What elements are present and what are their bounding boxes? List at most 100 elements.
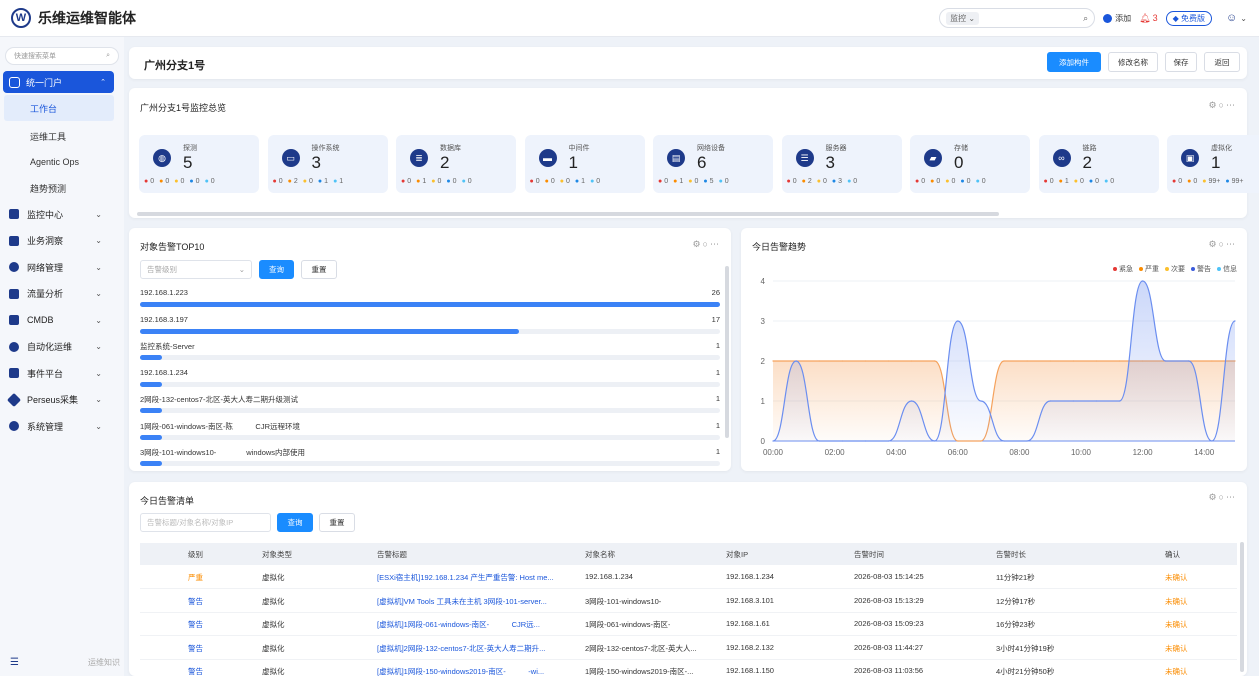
top10-row[interactable]: 192.168.1.234 1: [140, 367, 720, 387]
cell-ack[interactable]: 未确认: [1165, 666, 1188, 676]
topbar-actions: 监控 ⌄ ⌕ 添加 🔔︎ 3 ◆ 免费版 ☺︎ ⌄: [939, 8, 1247, 28]
sidebar-item-cmdb[interactable]: CMDB ⌄: [0, 307, 124, 334]
x-tick-label: 04:00: [886, 448, 907, 457]
sidebar-sub-workbench[interactable]: 工作台: [4, 95, 114, 121]
table-row[interactable]: 警告 虚拟化 [虚拟机]1网段-150-windows2019-南区- -wi...…: [140, 659, 1237, 676]
metric-card-2[interactable]: ▭ 操作系统 3 ● 0 ● 2 ● 0 ● 1 ● 1: [267, 135, 388, 193]
cell-ack[interactable]: 未确认: [1165, 572, 1188, 583]
status-count: ● 0: [189, 178, 199, 185]
cell-title[interactable]: [虚拟机]2网段-132-centos7-北区-英大人寿二期升...: [377, 643, 545, 654]
cell-title[interactable]: [ESXi宿主机]192.168.1.234 产生严重告警: Host me..…: [377, 572, 554, 583]
collapse-menu-icon[interactable]: ☰: [10, 657, 19, 668]
cell-dur: 3小时41分钟19秒: [996, 643, 1055, 653]
table-row[interactable]: 警告 虚拟化 [虚拟机]1网段-061-windows-南区- CJR远... 1网段…: [140, 612, 1237, 637]
top10-row[interactable]: 3网段-101-windows10- windows内部使用 1: [140, 447, 720, 466]
card-tools[interactable]: ⚙○⋯: [692, 239, 721, 250]
top10-query-button[interactable]: 查询: [259, 260, 294, 279]
status-count-value: 2: [293, 178, 298, 185]
metric-card-4[interactable]: ▬ 中间件 1 ● 0 ● 0 ● 0 ● 1 ● 0: [524, 135, 645, 193]
chevron-down-icon: ⌄: [95, 368, 102, 378]
cell-title[interactable]: [虚拟机]VM Tools 工具未在主机 3网段-101-server...: [377, 596, 547, 607]
status-dot: ●: [930, 178, 935, 185]
column-header[interactable]: 告警标题: [377, 549, 407, 560]
back-button[interactable]: 返回: [1204, 52, 1240, 72]
table-row[interactable]: 严重 虚拟化 [ESXi宿主机]192.168.1.234 产生严重告警: Host…: [140, 565, 1237, 589]
column-header[interactable]: 对象名称: [585, 549, 615, 560]
table-row[interactable]: 警告 虚拟化 [虚拟机]2网段-132-centos7-北区-英大人寿二期升... 2…: [140, 636, 1237, 660]
sidebar-sub-trend[interactable]: 趋势预测: [0, 175, 124, 201]
metric-card-6[interactable]: ☰ 服务器 3 ● 0 ● 2 ● 0 ● 3 ● 0: [781, 135, 902, 193]
sidebar-item-portal[interactable]: 统一门户 ⌃: [3, 71, 114, 93]
status-count: ● 0: [530, 178, 540, 185]
top10-row[interactable]: 2网段-132-centos7-北区-英大人寿二期升级测试 1: [140, 394, 720, 413]
cell-title[interactable]: [虚拟机]1网段-150-windows2019-南区- -wi...: [377, 666, 544, 676]
status-count-value: 1: [324, 178, 329, 185]
metric-card-3[interactable]: ≣ 数据库 2 ● 0 ● 1 ● 0 ● 0 ● 0: [396, 135, 516, 193]
column-header[interactable]: 确认: [1165, 549, 1180, 560]
metric-card-5[interactable]: ▤ 网络设备 6 ● 0 ● 1 ● 0 ● 5 ● 0: [653, 135, 773, 193]
ops-knowledge-link[interactable]: 运维知识: [88, 657, 120, 668]
x-tick-label: 14:00: [1194, 448, 1215, 457]
sidebar-item-automation[interactable]: 自动化运维 ⌄: [0, 334, 124, 361]
top10-row[interactable]: 1网段-061-windows-南区-陈 CJR远程环境 1: [140, 421, 720, 440]
column-header[interactable]: 告警时间: [854, 549, 884, 560]
data-point: [1211, 360, 1213, 362]
status-dot: ●: [401, 178, 406, 185]
global-search-input[interactable]: 监控 ⌄ ⌕: [939, 8, 1096, 28]
search-icon[interactable]: ⌕: [1083, 13, 1088, 24]
sidebar-item-business[interactable]: 业务洞察 ⌄: [0, 228, 124, 255]
status-dot: ●: [945, 178, 950, 185]
sidebar-sub-ops-tools[interactable]: 运维工具: [0, 123, 124, 149]
cell-title[interactable]: [虚拟机]1网段-061-windows-南区- CJR远...: [377, 619, 540, 630]
column-header[interactable]: 告警时长: [996, 549, 1026, 560]
app-logo[interactable]: W 乐维运维智能体: [11, 8, 136, 28]
progress-fill: [140, 328, 520, 334]
alarm-bell-button[interactable]: 🔔︎ 3: [1139, 13, 1157, 24]
cell-dur: 12分钟17秒: [996, 596, 1036, 606]
sidebar-item-monitor[interactable]: 监控中心 ⌄: [0, 201, 124, 228]
sidebar-item-system[interactable]: 系统管理 ⌄: [0, 413, 124, 440]
card-tools[interactable]: ⚙○⋯: [1208, 492, 1237, 503]
column-header[interactable]: 级别: [188, 549, 203, 560]
table-row[interactable]: 警告 虚拟化 [虚拟机]VM Tools 工具未在主机 3网段-101-server…: [140, 589, 1237, 613]
alarm-query-button[interactable]: 查询: [277, 513, 313, 532]
cell-ip: 192.168.3.101: [726, 595, 774, 605]
save-button[interactable]: 保存: [1165, 52, 1197, 72]
sidebar-item-network[interactable]: 网络管理 ⌄: [0, 254, 124, 281]
top10-row[interactable]: 192.168.1.223 26: [140, 288, 720, 307]
alarm-search-input[interactable]: 告警标题/对象名称/对象IP: [140, 513, 271, 532]
sidebar-item-traffic[interactable]: 流量分析 ⌄: [0, 281, 124, 308]
cell-ack[interactable]: 未确认: [1165, 596, 1188, 607]
menu-search-input[interactable]: 快速搜索菜单 ⌕: [5, 47, 119, 65]
alarm-level-select[interactable]: 告警级别 ⌄: [140, 260, 252, 279]
rename-button[interactable]: 修改名称: [1108, 52, 1158, 72]
sidebar-item-perseus[interactable]: Perseus采集 ⌄: [0, 387, 124, 414]
metric-card-9[interactable]: ▣ 虚拟化 1 ● 0 ● 0 ● 99+ ● 99+: [1167, 135, 1259, 193]
top10-object-name: 192.168.1.234: [140, 367, 188, 377]
horizontal-scrollbar[interactable]: [137, 212, 999, 216]
search-scope-select[interactable]: 监控 ⌄: [946, 11, 980, 25]
cell-time: 2026-08-03 11:03:56: [854, 666, 924, 676]
user-menu[interactable]: ☺︎ ⌄: [1226, 12, 1247, 24]
column-header[interactable]: 对象类型: [262, 549, 292, 560]
vertical-scrollbar[interactable]: [1240, 542, 1244, 672]
cell-ack[interactable]: 未确认: [1165, 643, 1188, 654]
top10-row[interactable]: 监控系统-Server 1: [140, 341, 720, 360]
metric-card-1[interactable]: ◍ 探测 5 ● 0 ● 0 ● 0 ● 0 ● 0: [139, 135, 259, 193]
alarm-reset-button[interactable]: 重置: [319, 513, 355, 532]
data-point: [818, 440, 820, 442]
metric-card-8[interactable]: ∞ 链路 2 ● 0 ● 1 ● 0 ● 0 ● 0: [1038, 135, 1159, 193]
top10-row[interactable]: 192.168.3.197 17: [140, 315, 720, 334]
top10-reset-button[interactable]: 重置: [301, 260, 337, 279]
vertical-scrollbar[interactable]: [725, 266, 729, 438]
column-header[interactable]: 对象IP: [726, 549, 748, 560]
cell-ack[interactable]: 未确认: [1165, 619, 1188, 630]
sidebar-item-events[interactable]: 事件平台 ⌄: [0, 360, 124, 387]
sidebar-sub-agentic-ops[interactable]: Agentic Ops: [0, 149, 124, 175]
metric-value: 0: [954, 153, 964, 172]
free-edition-badge[interactable]: ◆ 免费版: [1165, 10, 1212, 26]
add-component-button[interactable]: 添加构件: [1047, 52, 1101, 72]
metric-card-7[interactable]: ▰ 存储 0 ● 0 ● 0 ● 0 ● 0 ● 0: [910, 135, 1030, 193]
card-tools[interactable]: ⚙○⋯: [1208, 100, 1237, 111]
add-button[interactable]: 添加: [1103, 13, 1131, 24]
